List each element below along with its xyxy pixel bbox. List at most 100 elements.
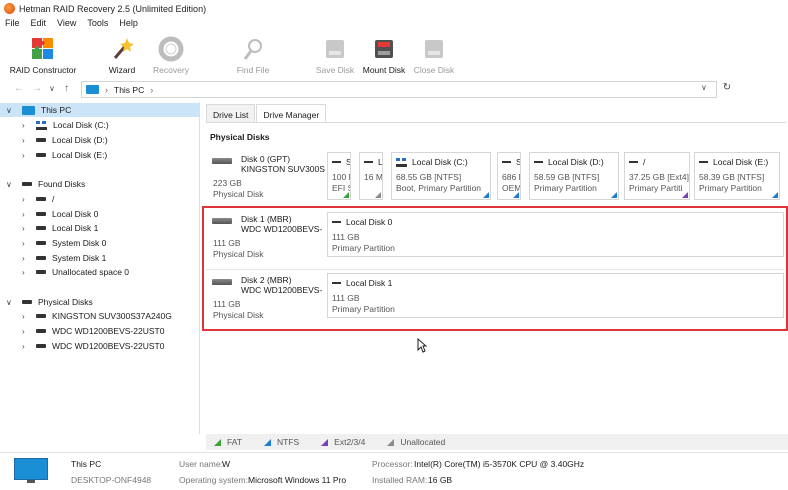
partition-tile[interactable]: Local Disk 1 111 GB Primary Partition: [327, 273, 784, 318]
volume-icon: [534, 161, 543, 163]
disk-row[interactable]: Disk 1 (MBR) WDC WD1200BEVS- 111 GB Phys…: [204, 212, 788, 264]
fat-marker-icon: [214, 438, 221, 446]
ext-marker-icon: [321, 438, 329, 446]
address-dropdown-icon[interactable]: ∨: [701, 83, 707, 92]
volume-icon: [36, 212, 46, 216]
menu-bar: File Edit View Tools Help: [0, 17, 144, 31]
history-chevron-icon[interactable]: ∨: [49, 84, 55, 93]
collapse-chevron-icon[interactable]: ∨: [6, 180, 16, 189]
disk-info[interactable]: Disk 0 (GPT) KINGSTON SUV300S 223 GB Phy…: [212, 152, 325, 204]
expand-chevron-icon[interactable]: ›: [22, 224, 32, 233]
address-input[interactable]: › This PC ›: [81, 81, 717, 98]
expand-chevron-icon[interactable]: ›: [22, 151, 32, 160]
unallocated-marker-icon: [387, 438, 395, 446]
save-disk-button[interactable]: Save Disk: [316, 32, 354, 76]
partition-tile[interactable]: Local Disk (C:) 68.55 GB [NTFS] Boot, Pr…: [391, 152, 491, 200]
tree-item[interactable]: › System Disk 1: [22, 251, 106, 265]
raid-constructor-button[interactable]: RAID Constructor: [8, 32, 78, 76]
tree-item[interactable]: › Unallocated space 0: [22, 265, 129, 279]
app-icon: [4, 3, 15, 14]
computer-icon: [14, 458, 48, 483]
tree-item[interactable]: › WDC WD1200BEVS-22UST0: [22, 324, 164, 338]
partition-tile[interactable]: S 686 M OEM: [497, 152, 521, 200]
legend-ntfs: NTFS: [263, 437, 299, 447]
tree-item[interactable]: › Local Disk (C:): [22, 118, 109, 132]
wizard-button[interactable]: Wizard: [104, 32, 140, 76]
breadcrumb-this-pc[interactable]: This PC: [114, 85, 144, 95]
ntfs-marker-icon: [513, 192, 519, 198]
status-cpu-label: Processor:: [372, 459, 413, 469]
ext-marker-icon: [682, 192, 688, 198]
forward-arrow-icon[interactable]: →: [32, 83, 42, 94]
partition-tile[interactable]: Local Disk (D:) 58.59 GB [NTFS] Primary …: [529, 152, 619, 200]
volume-icon: [36, 120, 47, 130]
disk-icon: [22, 182, 32, 186]
tree-found-disks[interactable]: ∨ Found Disks: [6, 177, 85, 191]
expand-chevron-icon[interactable]: ›: [22, 312, 32, 321]
expand-chevron-icon[interactable]: ›: [22, 254, 32, 263]
tree-physical-disks[interactable]: ∨ Physical Disks: [6, 295, 93, 309]
disk-info[interactable]: Disk 2 (MBR) WDC WD1200BEVS- 111 GB Phys…: [212, 273, 322, 325]
tree-item[interactable]: › Local Disk 0: [22, 207, 98, 221]
volume-icon: [629, 161, 638, 163]
expand-chevron-icon[interactable]: ›: [22, 268, 32, 277]
tree-item[interactable]: › WDC WD1200BEVS-22UST0: [22, 339, 164, 353]
refresh-icon[interactable]: ↻: [719, 82, 735, 97]
mount-disk-button[interactable]: Mount Disk: [360, 32, 408, 76]
tree-item[interactable]: › Local Disk (D:): [22, 133, 108, 147]
tree-item[interactable]: › /: [22, 192, 54, 206]
up-arrow-icon[interactable]: ↑: [64, 83, 69, 94]
menu-help[interactable]: Help: [114, 17, 144, 31]
find-file-button[interactable]: Find File: [234, 32, 272, 76]
partition-tile[interactable]: Local Disk 0 111 GB Primary Partition: [327, 212, 784, 257]
disk-type: Physical Disk: [213, 189, 264, 199]
menu-tools[interactable]: Tools: [82, 17, 114, 31]
filesystem-legend: FAT NTFS Ext2/3/4 Unallocated: [206, 434, 788, 450]
menu-view[interactable]: View: [52, 17, 82, 31]
expand-chevron-icon[interactable]: ›: [22, 136, 32, 145]
expand-chevron-icon[interactable]: ›: [22, 239, 32, 248]
tree-item[interactable]: › Local Disk (E:): [22, 148, 107, 162]
expand-chevron-icon[interactable]: ›: [22, 327, 32, 336]
status-os-value: Microsoft Windows 11 Pro: [248, 475, 347, 485]
expand-chevron-icon[interactable]: ›: [22, 342, 32, 351]
tree-item[interactable]: › Local Disk 1: [22, 221, 98, 235]
partition-tile[interactable]: S 100 M EFI S: [327, 152, 351, 200]
drive-manager-panel: Drive List Drive Manager Physical Disks …: [204, 102, 788, 434]
collapse-chevron-icon[interactable]: ∨: [6, 298, 16, 307]
window-title: Hetman RAID Recovery 2.5 (Unlimited Edit…: [19, 3, 207, 14]
legend-ext: Ext2/3/4: [321, 437, 365, 447]
menu-edit[interactable]: Edit: [26, 17, 53, 31]
collapse-chevron-icon[interactable]: ∨: [6, 106, 16, 115]
tab-drive-manager[interactable]: Drive Manager: [256, 104, 327, 122]
mount-disk-icon: [371, 36, 397, 62]
partition-tile[interactable]: / 37.25 GB [Ext4] Primary Partiti: [624, 152, 690, 200]
tab-underline: [206, 122, 786, 123]
ntfs-marker-icon: [483, 192, 489, 198]
tree-item[interactable]: › KINGSTON SUV300S37A240G: [22, 309, 172, 323]
expand-chevron-icon[interactable]: ›: [22, 210, 32, 219]
volume-icon: [699, 161, 708, 163]
disk-row[interactable]: Disk 0 (GPT) KINGSTON SUV300S 223 GB Phy…: [204, 152, 788, 204]
partition-tile[interactable]: Local Disk (E:) 58.39 GB [NTFS] Primary …: [694, 152, 780, 200]
tab-strip: Drive List Drive Manager: [206, 104, 327, 122]
volume-icon: [36, 197, 46, 201]
disk-icon: [22, 300, 32, 304]
close-disk-button[interactable]: Close Disk: [412, 32, 456, 76]
expand-chevron-icon[interactable]: ›: [22, 195, 32, 204]
disk-info[interactable]: Disk 1 (MBR) WDC WD1200BEVS- 111 GB Phys…: [212, 212, 322, 264]
partition-tile[interactable]: L 16 M: [359, 152, 383, 200]
recovery-button[interactable]: Recovery: [150, 32, 192, 76]
disk-row[interactable]: Disk 2 (MBR) WDC WD1200BEVS- 111 GB Phys…: [204, 273, 788, 325]
tree-item[interactable]: › System Disk 0: [22, 236, 106, 250]
status-panel: This PC DESKTOP-ONF4948 User name: W Ope…: [0, 452, 788, 490]
disk-model: KINGSTON SUV300S: [241, 164, 325, 174]
tab-drive-list[interactable]: Drive List: [206, 104, 256, 122]
back-arrow-icon[interactable]: ←: [14, 83, 24, 94]
expand-chevron-icon[interactable]: ›: [22, 121, 32, 130]
status-pc-name: This PC: [71, 459, 102, 469]
disk-size: 111 GB: [213, 299, 241, 309]
menu-file[interactable]: File: [0, 17, 26, 31]
volume-icon: [502, 161, 511, 163]
tree-this-pc[interactable]: ∨ This PC: [0, 103, 199, 117]
